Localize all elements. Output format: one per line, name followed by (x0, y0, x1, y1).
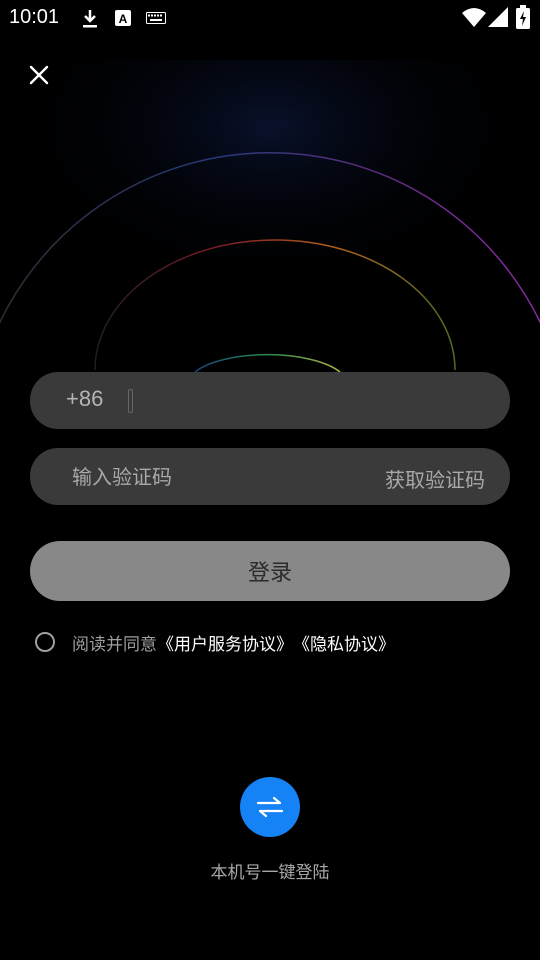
user-agreement-link[interactable]: 《用户服务协议》 (157, 630, 293, 655)
get-code-button[interactable]: 获取验证码 (385, 464, 485, 493)
one-key-login-label: 本机号一键登陆 (210, 863, 330, 883)
close-button[interactable] (20, 56, 58, 94)
privacy-link[interactable]: 《隐私协议》 (293, 630, 395, 655)
one-key-login-button[interactable] (240, 777, 300, 837)
svg-text:A: A (119, 12, 128, 26)
agree-radio[interactable] (35, 632, 55, 652)
a-box-icon: A (115, 10, 131, 26)
text-cursor (128, 389, 133, 413)
login-button[interactable]: 登录 (30, 541, 510, 601)
swap-arrows-icon (256, 796, 284, 818)
signal-icon (488, 7, 508, 27)
battery-icon (516, 5, 530, 29)
code-field: 获取验证码 (30, 448, 510, 505)
status-time: 10:01 (9, 6, 60, 28)
agreement-row: 阅读并同意 《用户服务协议》 《隐私协议》 (35, 630, 395, 655)
agreement-prefix: 阅读并同意 (72, 634, 157, 655)
phone-input[interactable] (142, 372, 482, 429)
status-bar: 10:01 A (0, 0, 540, 36)
code-input[interactable] (72, 448, 372, 505)
country-code[interactable]: +86 (66, 386, 103, 412)
close-icon (29, 65, 49, 85)
wifi-icon (462, 8, 486, 27)
download-icon (83, 10, 97, 28)
keyboard-icon (146, 12, 166, 24)
phone-field: +86 (30, 372, 510, 429)
